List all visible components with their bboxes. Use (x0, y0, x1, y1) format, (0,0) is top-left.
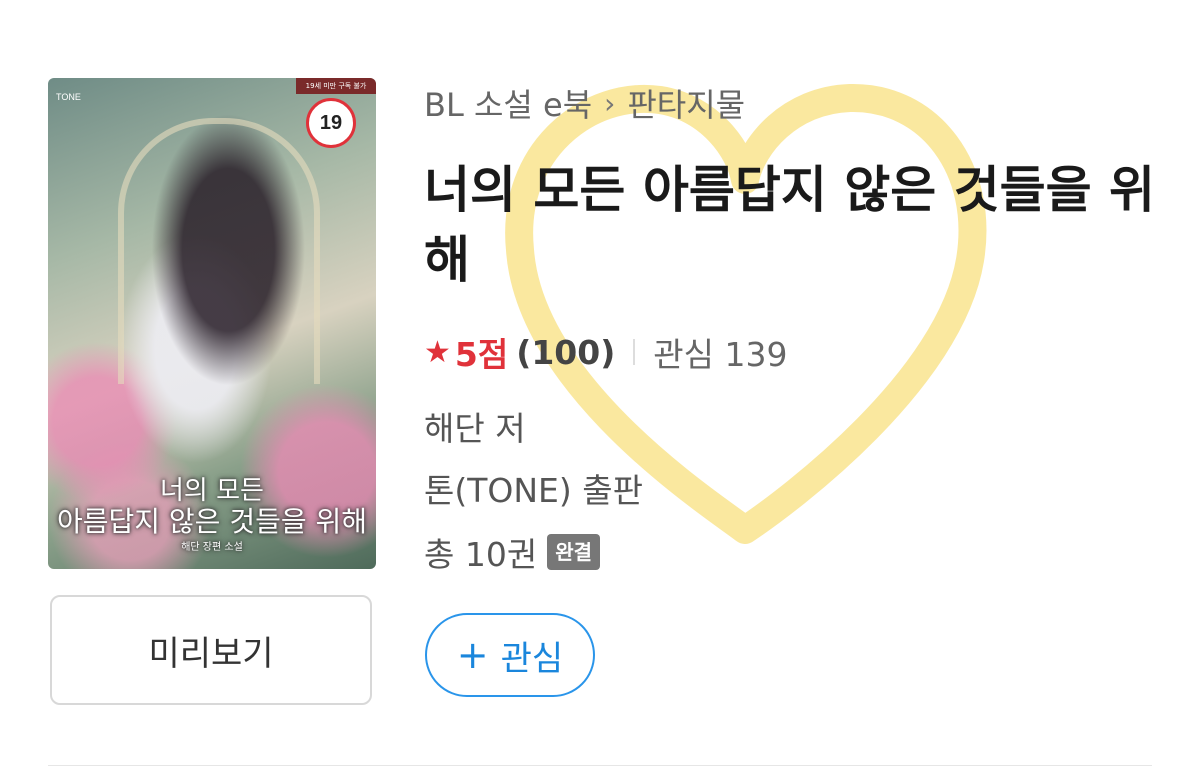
age-rating-badge: 19 (306, 98, 356, 148)
cover-arch-decoration (118, 118, 320, 384)
add-interest-label: 관심 (500, 638, 564, 679)
chevron-right-icon: › (604, 86, 616, 120)
preview-button[interactable]: 미리보기 (50, 595, 372, 705)
interest-count: 관심 139 (653, 335, 788, 374)
cover-author-line: 해단 장편 소설 (181, 542, 243, 553)
cover-publisher-mark: TONE (56, 92, 81, 102)
divider (633, 339, 636, 365)
publisher-link[interactable]: 톤(TONE) 출판 (424, 464, 643, 512)
breadcrumb: BL 소설 e북 › 판타지물 (424, 80, 745, 126)
rating-score: 5점 (454, 335, 509, 374)
author-link[interactable]: 해단 저 (424, 402, 526, 450)
book-cover-image[interactable]: TONE 19세 미만 구독 불가 너의 모든 아름답지 않은 것들을 위해 해… (48, 78, 376, 569)
rating-row: ★ 5점 (100) 관심 139 (424, 330, 788, 375)
rating-count[interactable]: (100) (516, 333, 615, 372)
section-divider (48, 765, 1152, 766)
breadcrumb-category-link[interactable]: BL 소설 e북 (424, 80, 592, 126)
add-interest-button[interactable]: + 관심 (425, 613, 595, 697)
volume-count: 총 10권 (424, 535, 538, 574)
plus-icon: + (456, 633, 489, 677)
cover-title-line2: 아름답지 않은 것들을 위해 (56, 505, 368, 538)
book-title: 너의 모든 아름답지 않은 것들을 위해 (424, 161, 1156, 289)
status-badge: 완결 (547, 534, 601, 570)
cover-age-ribbon: 19세 미만 구독 불가 (296, 78, 376, 94)
breadcrumb-subcategory-link[interactable]: 판타지물 (627, 80, 745, 126)
volume-info: 총 10권 완결 (424, 528, 601, 576)
star-icon: ★ (424, 334, 451, 370)
